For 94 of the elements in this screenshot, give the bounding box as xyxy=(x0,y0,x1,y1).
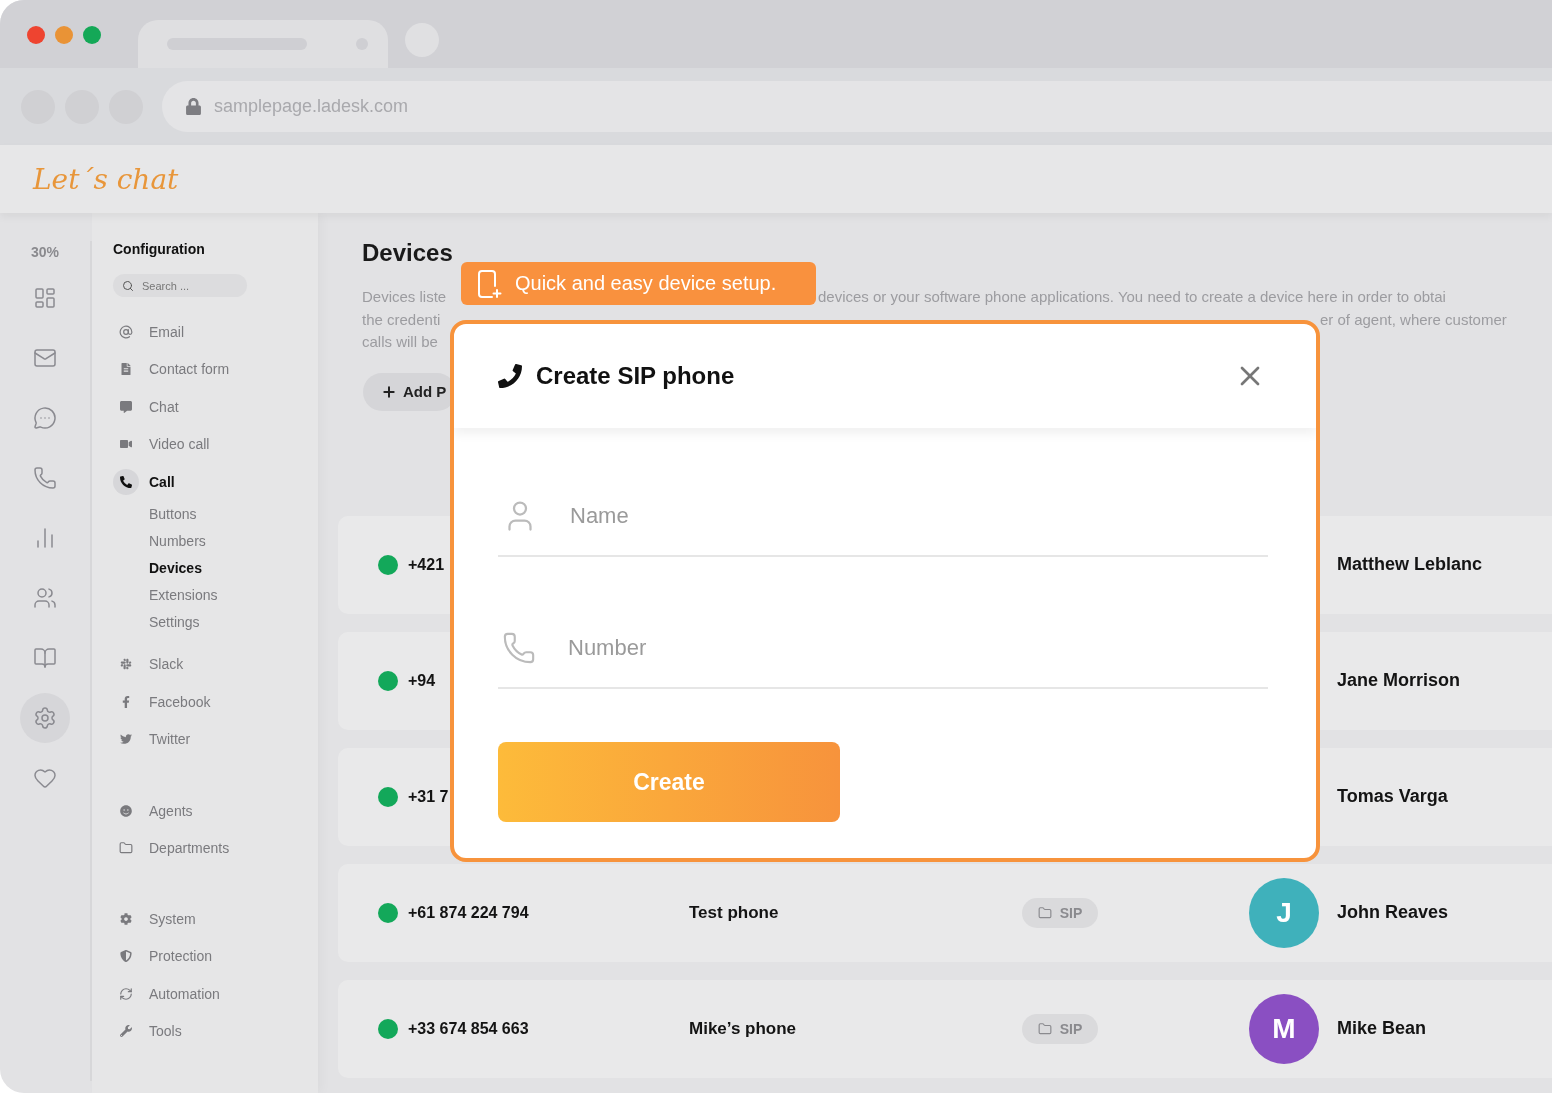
mail-icon xyxy=(33,346,57,370)
config-menu-item[interactable]: Chat xyxy=(113,388,318,426)
folder-icon xyxy=(119,841,133,856)
status-dot xyxy=(378,554,398,575)
rail-nav-item[interactable] xyxy=(20,693,70,743)
twitter-icon xyxy=(120,733,132,746)
description-text: calls will be xyxy=(362,332,438,352)
description-text: Devices liste xyxy=(362,287,447,307)
status-dot xyxy=(378,1018,398,1039)
form-field[interactable]: Name xyxy=(498,476,1268,557)
facebook-icon xyxy=(120,695,132,708)
description-text: er of agent, where customer xyxy=(1320,309,1507,330)
plus-icon xyxy=(381,383,397,400)
device-type-badge: SIP xyxy=(1022,897,1098,928)
create-button[interactable]: Create xyxy=(498,742,840,822)
config-menu-item[interactable]: Facebook xyxy=(113,683,318,721)
usage-percent: 30% xyxy=(31,243,59,262)
agent-name: Mike Bean xyxy=(1337,1018,1428,1039)
config-menu-item[interactable]: Protection xyxy=(113,937,318,975)
config-menu-item[interactable]: Automation xyxy=(113,975,318,1013)
folder-icon xyxy=(1037,905,1052,920)
phone-icon xyxy=(120,475,132,488)
config-submenu-item[interactable]: Devices xyxy=(113,554,318,582)
phone-icon xyxy=(33,466,57,490)
phone-number: +94 xyxy=(408,671,437,690)
device-type-badge: SIP xyxy=(1022,1013,1098,1044)
shield-icon xyxy=(120,950,132,963)
address-bar[interactable]: samplepage.ladesk.com xyxy=(162,81,1552,132)
chat-bubble-icon xyxy=(33,406,57,430)
page-title: Devices xyxy=(362,239,454,267)
agent-avatar: M xyxy=(1249,993,1319,1064)
heart-icon xyxy=(33,766,57,790)
config-menu-item[interactable]: Agents xyxy=(113,792,318,830)
slack-icon xyxy=(120,658,132,671)
refresh-icon xyxy=(119,986,133,1001)
tooltip-text: Quick and easy device setup. xyxy=(515,272,777,295)
agent-avatar: J xyxy=(1249,877,1319,948)
config-submenu-item[interactable]: Numbers xyxy=(113,527,318,555)
description-text: the credenti xyxy=(362,309,441,330)
search-input[interactable]: Search ... xyxy=(142,279,242,292)
input-field[interactable]: Name xyxy=(570,502,1268,529)
phone-number: +33 674 854 663 xyxy=(408,1019,530,1038)
phone-plus-icon xyxy=(477,268,503,299)
config-menu-item[interactable]: Video call xyxy=(113,425,318,463)
config-menu-item[interactable]: Departments xyxy=(113,829,318,867)
phone-number: +421 xyxy=(408,555,446,574)
agent-name: John Reaves xyxy=(1337,902,1450,923)
status-dot xyxy=(378,670,398,691)
document-icon xyxy=(120,363,132,376)
logo: Let´s chat xyxy=(33,162,179,196)
config-menu-item[interactable]: Contact form xyxy=(113,350,318,388)
phone-number: +61 874 224 794 xyxy=(408,903,530,922)
smiley-icon xyxy=(120,804,132,817)
config-submenu-item[interactable]: Extensions xyxy=(113,581,318,609)
video-icon xyxy=(120,438,132,451)
minimize-window-dot[interactable] xyxy=(55,26,73,44)
agent-name: Matthew Leblanc xyxy=(1337,554,1484,575)
phone-number: +31 7 xyxy=(408,787,450,806)
url-text: samplepage.ladesk.com xyxy=(214,96,409,117)
dialog-title: Create SIP phone xyxy=(536,362,736,390)
dashboard-icon xyxy=(33,286,57,310)
config-menu-item[interactable]: Twitter xyxy=(113,720,318,758)
cog-icon xyxy=(120,912,132,925)
config-menu-item[interactable]: Email xyxy=(113,313,318,351)
search-bar[interactable]: Search ... xyxy=(113,274,247,297)
phone-icon xyxy=(498,364,522,388)
close-window-dot[interactable] xyxy=(27,26,45,44)
wrench-icon xyxy=(120,1025,132,1038)
settings-icon xyxy=(33,706,57,730)
agent-name: Jane Morrison xyxy=(1337,670,1462,691)
agent-name: Tomas Varga xyxy=(1337,786,1449,807)
search-icon xyxy=(122,279,134,292)
config-menu-item[interactable]: Call xyxy=(113,463,318,501)
config-title: Configuration xyxy=(113,241,206,259)
device-name: Test phone xyxy=(689,902,780,923)
maximize-window-dot[interactable] xyxy=(83,26,101,44)
device-name: Mike’s phone xyxy=(689,1018,798,1039)
status-dot xyxy=(378,786,398,807)
config-submenu-item[interactable]: Buttons xyxy=(113,500,318,528)
at-sign-icon xyxy=(119,324,133,339)
form-field[interactable]: Number xyxy=(498,608,1268,689)
chat-icon xyxy=(120,400,132,413)
config-menu-item[interactable]: Tools xyxy=(113,1012,318,1050)
book-icon xyxy=(33,646,57,670)
lock-icon xyxy=(185,98,202,115)
description-text: devices or your software phone applications. You need to create a device here in order to obtai xyxy=(818,287,1446,307)
users-icon xyxy=(33,586,57,610)
input-field[interactable]: Number xyxy=(568,634,1268,661)
config-menu-item[interactable]: System xyxy=(113,900,318,938)
folder-icon xyxy=(1037,1021,1052,1036)
status-dot xyxy=(378,902,398,923)
phone-icon xyxy=(502,630,536,665)
config-menu-item[interactable]: Slack xyxy=(113,645,318,683)
config-submenu-item[interactable]: Settings xyxy=(113,608,318,636)
